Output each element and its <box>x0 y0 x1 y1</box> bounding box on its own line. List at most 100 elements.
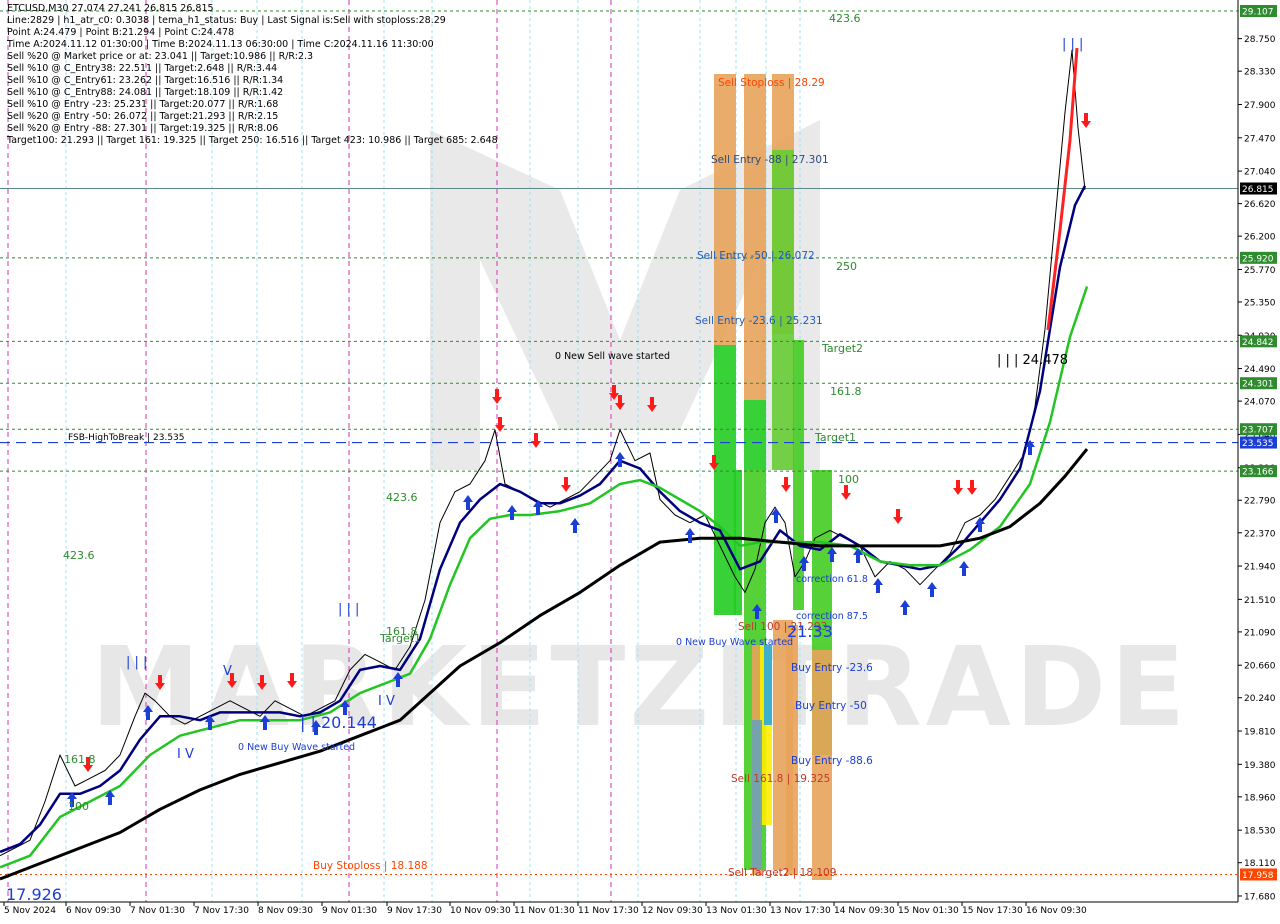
annotation-label: FSB-HighToBreak | 23.535 <box>68 433 185 443</box>
y-tick-label: 21.510 <box>1244 596 1276 606</box>
y-tick-label: 27.040 <box>1244 168 1276 178</box>
annotation-label: | | 20.144 <box>300 713 377 732</box>
x-tick-label: 11 Nov 01:30 <box>514 906 575 916</box>
annotation-label: Target2 <box>821 342 863 355</box>
info-line: Sell %20 @ Market price or at: 23.041 ||… <box>7 51 314 62</box>
annotation-label: V <box>223 664 232 679</box>
info-line: Sell %20 @ Entry -50: 26.072 || Target:2… <box>7 111 279 122</box>
y-tick-label: 28.330 <box>1244 68 1276 78</box>
y-tick-label: 25.770 <box>1244 266 1276 276</box>
annotation-label: Sell Entry -23.6 | 25.231 <box>695 315 823 327</box>
price-badge-label: 24.301 <box>1242 380 1274 390</box>
y-tick-label: 24.070 <box>1244 398 1276 408</box>
price-badge-label: 23.166 <box>1242 468 1274 478</box>
zone-rect <box>714 345 736 615</box>
annotation-label: correction 61.8 <box>796 574 868 585</box>
info-line: Sell %10 @ C_Entry61: 23.262 || Target:1… <box>7 75 284 86</box>
zone-rect <box>744 400 766 470</box>
annotation-label: 0 New Sell wave started <box>555 351 670 362</box>
annotation-label: Sell Target2 | 18.109 <box>728 867 836 879</box>
annotation-label: Sell Stoploss | 28.29 <box>718 77 825 89</box>
annotation-label: Buy Entry -88.6 <box>791 755 873 767</box>
chart-root: MARKETZITRADE Sell Stoploss | 28.29 Sell … <box>0 0 1280 920</box>
info-line: Sell %10 @ Entry -23: 25.231 || Target:2… <box>7 99 279 110</box>
annotation-label: 423.6 <box>63 549 95 562</box>
x-tick-label: 5 Nov 2024 <box>4 906 56 916</box>
annotation-label: I V <box>177 747 194 762</box>
annotation-label: Target1 <box>814 431 856 444</box>
annotation-label: | | | <box>126 655 147 670</box>
annotation-label: I V <box>378 694 395 709</box>
y-tick-label: 27.900 <box>1244 101 1276 111</box>
x-tick-label: 7 Nov 17:30 <box>194 906 249 916</box>
zone-rect <box>764 645 772 725</box>
annotation-label: Buy Entry -50 <box>795 700 867 712</box>
annotation-label: | | | 24.478 <box>997 353 1068 368</box>
annotation-label: 161.8 <box>830 385 862 398</box>
y-tick-label: 20.240 <box>1244 694 1276 704</box>
annotation-label: Sell 161.8 | 19.325 <box>731 773 830 785</box>
annotation-label: 0 New Buy Wave started <box>676 637 793 648</box>
info-line: Target100: 21.293 || Target 161: 19.325 … <box>7 135 498 146</box>
zone-rect <box>744 74 766 400</box>
x-tick-label: 10 Nov 09:30 <box>450 906 511 916</box>
y-tick-label: 27.470 <box>1244 134 1276 144</box>
annotation-label: 100 <box>68 800 89 813</box>
y-tick-label: 21.090 <box>1244 628 1276 638</box>
y-tick-label: 19.810 <box>1244 728 1276 738</box>
x-tick-label: 16 Nov 09:30 <box>1026 906 1087 916</box>
y-tick-label: 25.350 <box>1244 298 1276 308</box>
info-line: Time A:2024.11.12 01:30:00 | Time B:2024… <box>7 39 434 50</box>
annotation-label: Sell Entry -50 | 26.072 <box>697 250 815 262</box>
y-tick-label: 18.530 <box>1244 827 1276 837</box>
y-tick-label: 26.620 <box>1244 200 1276 210</box>
price-badge-label: 23.707 <box>1242 426 1274 436</box>
price-badge-label: 24.842 <box>1242 338 1274 348</box>
x-tick-label: 13 Nov 17:30 <box>770 906 831 916</box>
x-tick-label: 9 Nov 17:30 <box>387 906 442 916</box>
y-tick-label: 20.660 <box>1244 662 1276 672</box>
annotation-label: 21.33 <box>787 622 833 641</box>
info-line: Point A:24.479 | Point B:21.294 | Point … <box>7 27 235 38</box>
annotation-label: Target1 <box>379 632 421 645</box>
x-tick-label: 11 Nov 17:30 <box>578 906 639 916</box>
x-tick-label: 6 Nov 09:30 <box>66 906 121 916</box>
x-tick-label: 8 Nov 09:30 <box>258 906 313 916</box>
price-badge-label: 25.920 <box>1242 254 1274 264</box>
annotation-label: correction 87.5 <box>796 611 868 622</box>
price-badge-label: 26.815 <box>1242 185 1274 195</box>
annotation-label: 423.6 <box>829 12 861 25</box>
info-line: Sell %10 @ C_Entry88: 24.081 || Target:1… <box>7 87 284 98</box>
annotation-label: 423.6 <box>386 491 418 504</box>
x-tick-label: 14 Nov 09:30 <box>834 906 895 916</box>
price-badge-label: 29.107 <box>1242 8 1274 18</box>
x-tick-label: 12 Nov 09:30 <box>642 906 703 916</box>
y-tick-label: 24.490 <box>1244 365 1276 375</box>
info-line: ETCUSD,M30 27.074 27.241 26.815 26.815 <box>7 3 214 14</box>
annotation-label: 0 New Buy Wave started <box>238 742 355 753</box>
info-line: Sell %20 @ Entry -88: 27.301 || Target:1… <box>7 123 279 134</box>
x-tick-label: 13 Nov 01:30 <box>706 906 767 916</box>
zone-rect <box>714 74 736 345</box>
annotation-label: Buy Stoploss | 18.188 <box>313 860 428 872</box>
y-tick-label: 19.380 <box>1244 761 1276 771</box>
annotation-label: Sell Entry -88 | 27.301 <box>711 154 829 166</box>
y-tick-label: 26.200 <box>1244 233 1276 243</box>
info-line: Sell %10 @ C_Entry38: 22.511 || Target:2… <box>7 63 278 74</box>
info-panel: ETCUSD,M30 27.074 27.241 26.815 26.815 Li… <box>7 3 498 147</box>
x-tick-label: 7 Nov 01:30 <box>130 906 185 916</box>
info-line: Line:2829 | h1_atr_c0: 0.3038 | tema_h1_… <box>7 15 446 26</box>
zone-rect <box>772 150 794 470</box>
x-tick-label: 15 Nov 17:30 <box>962 906 1023 916</box>
annotation-label: 100 <box>838 473 859 486</box>
x-tick-label: 15 Nov 01:30 <box>898 906 959 916</box>
y-tick-label: 18.110 <box>1244 859 1276 869</box>
y-tick-label: 28.750 <box>1244 35 1276 45</box>
y-tick-label: 17.680 <box>1244 893 1276 903</box>
zone-rect <box>752 720 762 870</box>
annotation-label: 161.8 <box>64 753 96 766</box>
y-tick-label: 21.940 <box>1244 563 1276 573</box>
annotation-label: 250 <box>836 260 857 273</box>
watermark-text: MARKETZITRADE <box>91 623 1190 751</box>
price-badge-label: 17.958 <box>1242 871 1274 881</box>
